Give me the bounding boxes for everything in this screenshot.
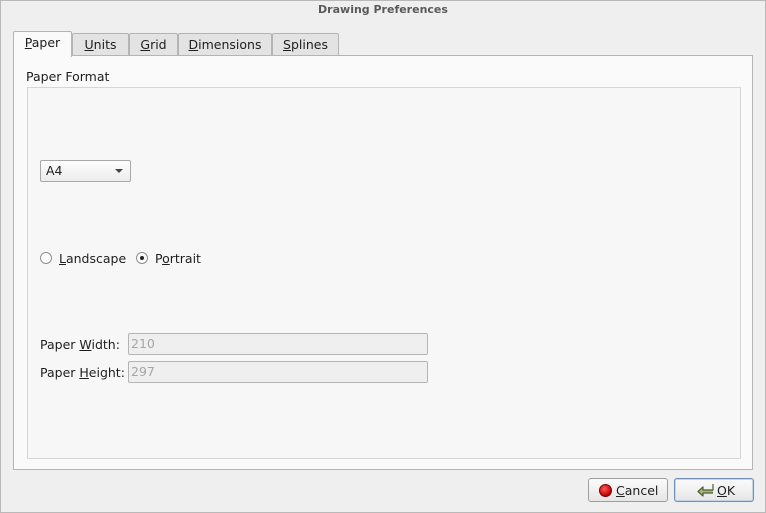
portrait-radio[interactable]: Portrait [136, 250, 201, 266]
paper-width-field[interactable]: 210 [128, 333, 428, 355]
tab-paper[interactable]: Paper [13, 31, 72, 57]
paper-tab-panel: Paper Format A4 Landscape Portrait Paper… [13, 55, 753, 470]
ok-label: OK [717, 482, 736, 498]
paper-height-label: Paper Height: [40, 365, 125, 380]
tab-grid[interactable]: Grid [129, 33, 178, 55]
paper-format-title: Paper Format [26, 69, 110, 84]
cancel-icon [599, 483, 612, 497]
paper-width-label: Paper Width: [40, 337, 120, 352]
chevron-down-icon [115, 169, 123, 173]
paper-format-select[interactable]: A4 [40, 160, 131, 182]
paper-format-group: A4 Landscape Portrait Paper Width: 210 P… [27, 87, 741, 459]
ok-icon [697, 484, 714, 497]
ok-button[interactable]: OK [674, 478, 754, 502]
preferences-dialog: Drawing Preferences Paper Units Grid Dim… [0, 0, 766, 513]
tab-splines[interactable]: Splines [272, 33, 339, 55]
landscape-radio[interactable]: Landscape [40, 250, 126, 266]
portrait-radio-indicator[interactable] [136, 252, 148, 264]
paper-format-value: A4 [46, 163, 63, 178]
cancel-label: Cancel [616, 482, 659, 498]
landscape-radio-indicator[interactable] [40, 252, 52, 264]
tab-dimensions[interactable]: Dimensions [178, 33, 272, 55]
portrait-label: Portrait [155, 250, 201, 266]
tab-units[interactable]: Units [72, 33, 129, 55]
cancel-button[interactable]: Cancel [588, 478, 668, 502]
window-title: Drawing Preferences [318, 3, 448, 16]
landscape-label: Landscape [59, 250, 127, 266]
paper-height-field[interactable]: 297 [128, 361, 428, 383]
